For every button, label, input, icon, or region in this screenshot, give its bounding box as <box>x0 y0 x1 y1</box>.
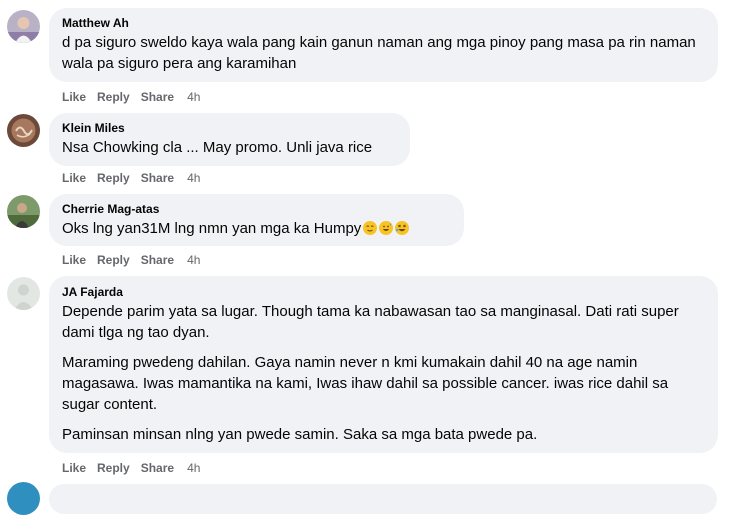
profile-photo <box>7 277 40 310</box>
share-button[interactable]: Share <box>141 252 174 268</box>
comment-text: d pa siguro sweldo kaya wala pang kain g… <box>62 34 696 72</box>
comment-actions: Like Reply Share 4h <box>62 170 200 186</box>
rolling-laughing-face-emoji <box>395 221 410 235</box>
reply-button[interactable]: Reply <box>97 89 130 105</box>
like-button[interactable]: Like <box>62 252 86 268</box>
comment-author[interactable]: Klein Miles <box>62 120 398 136</box>
avatar[interactable] <box>7 277 40 310</box>
comment-author[interactable]: Cherrie Mag-atas <box>62 201 452 217</box>
comment-actions: Like Reply Share 4h <box>62 252 200 268</box>
comment-bubble <box>49 484 717 514</box>
comment-timestamp[interactable]: 4h <box>187 252 200 268</box>
comment-actions: Like Reply Share 4h <box>62 460 200 476</box>
avatar[interactable] <box>7 482 40 515</box>
comment-text: Oks lng yan31M lng nmn yan mga ka Humpy <box>62 218 452 239</box>
reply-button[interactable]: Reply <box>97 170 130 186</box>
comment-actions: Like Reply Share 4h <box>62 89 200 105</box>
comment-paragraph: Depende parim yata sa lugar. Though tama… <box>62 303 679 341</box>
comment-bubble: Cherrie Mag-atas Oks lng yan31M lng nmn … <box>49 194 464 246</box>
comment-text-body: Oks lng yan31M lng nmn yan mga ka Humpy <box>62 220 362 237</box>
comment-bubble: Klein Miles Nsa Chowking cla ... May pro… <box>49 113 410 166</box>
comment-timestamp[interactable]: 4h <box>187 460 200 476</box>
like-button[interactable]: Like <box>62 460 86 476</box>
comment-author[interactable]: JA Fajarda <box>62 284 706 300</box>
comment-paragraph: Paminsan minsan nlng yan pwede samin. Sa… <box>62 426 538 443</box>
comment-timestamp[interactable]: 4h <box>187 170 200 186</box>
relieved-face-emoji <box>363 221 378 235</box>
like-button[interactable]: Like <box>62 89 86 105</box>
share-button[interactable]: Share <box>141 89 174 105</box>
reply-button[interactable]: Reply <box>97 252 130 268</box>
avatar[interactable] <box>7 195 40 228</box>
avatar[interactable] <box>7 10 40 43</box>
profile-photo <box>7 114 40 147</box>
like-button[interactable]: Like <box>62 170 86 186</box>
comment-bubble: JA Fajarda Depende parim yata sa lugar. … <box>49 276 718 453</box>
comment-timestamp[interactable]: 4h <box>187 89 200 105</box>
comment-author[interactable]: Matthew Ah <box>62 15 706 31</box>
profile-photo <box>7 195 40 228</box>
comment-paragraph: Maraming pwedeng dahilan. Gaya namin nev… <box>62 354 669 413</box>
avatar[interactable] <box>7 114 40 147</box>
share-button[interactable]: Share <box>141 170 174 186</box>
reply-button[interactable]: Reply <box>97 460 130 476</box>
comment-bubble: Matthew Ah d pa siguro sweldo kaya wala … <box>49 8 718 82</box>
comment-text: Nsa Chowking cla ... May promo. Unli jav… <box>62 139 373 156</box>
profile-photo <box>7 10 40 43</box>
grinning-sweat-face-emoji <box>379 221 394 235</box>
share-button[interactable]: Share <box>141 460 174 476</box>
